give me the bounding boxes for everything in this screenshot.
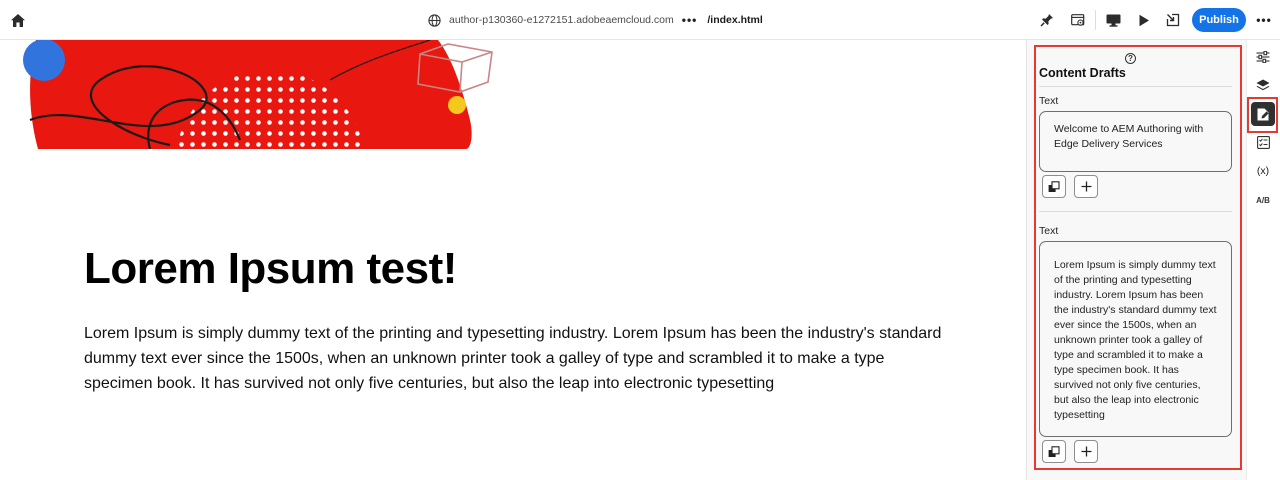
ab-test-icon[interactable]: A/B [1251,188,1275,212]
plus-icon [1081,446,1091,457]
globe-icon [428,13,441,27]
variables-label: (x) [1256,165,1270,177]
open-in-new-icon[interactable] [1163,10,1183,30]
more-options-icon[interactable]: ••• [1254,10,1274,30]
top-toolbar: author-p130360-e1272151.adobeaemcloud.co… [0,0,1280,40]
draft-field-label: Text [1039,95,1059,107]
home-icon[interactable] [8,10,28,30]
hero-image [0,40,520,149]
content-drafts-icon[interactable] [1251,102,1275,126]
add-draft-button[interactable] [1074,440,1098,463]
copy-draft-button[interactable] [1042,175,1066,198]
page-title: Lorem Ipsum test! [84,244,457,293]
play-icon[interactable] [1134,10,1154,30]
page-path: /index.html [707,14,763,26]
layers-icon[interactable] [1251,73,1275,97]
panel-title: Content Drafts [1039,66,1126,80]
page-preview: Lorem Ipsum test! Lorem Ipsum is simply … [0,40,1026,480]
help-icon[interactable]: ? [1125,53,1136,64]
panel-divider [1039,86,1232,87]
more-icon[interactable]: ••• [682,13,698,27]
publish-button[interactable]: Publish [1192,8,1246,32]
copy-icon [1048,180,1060,192]
draft-text-box[interactable]: Lorem Ipsum is simply dummy text of the … [1039,241,1232,437]
host-label: author-p130360-e1272151.adobeaemcloud.co… [449,14,674,26]
checklist-icon[interactable] [1251,130,1275,154]
desktop-icon[interactable] [1103,10,1123,30]
url-bar: author-p130360-e1272151.adobeaemcloud.co… [428,10,763,30]
ab-test-label: A/B [1256,195,1270,205]
add-draft-button[interactable] [1074,175,1098,198]
copy-draft-button[interactable] [1042,440,1066,463]
pin-icon[interactable] [1037,10,1057,30]
plus-icon [1081,181,1091,192]
page-body-text: Lorem Ipsum is simply dummy text of the … [84,325,942,392]
variables-icon[interactable]: (x) [1251,159,1275,183]
properties-sliders-icon[interactable] [1251,45,1275,69]
panel-divider [1039,211,1232,212]
copy-icon [1048,445,1060,457]
draft-field-label: Text [1039,225,1059,237]
more-options-dots: ••• [1256,13,1272,27]
draft-text-box[interactable]: Welcome to AEM Authoring with Edge Deliv… [1039,111,1232,172]
preview-settings-icon[interactable] [1068,10,1088,30]
toolbar-divider [1095,10,1096,30]
